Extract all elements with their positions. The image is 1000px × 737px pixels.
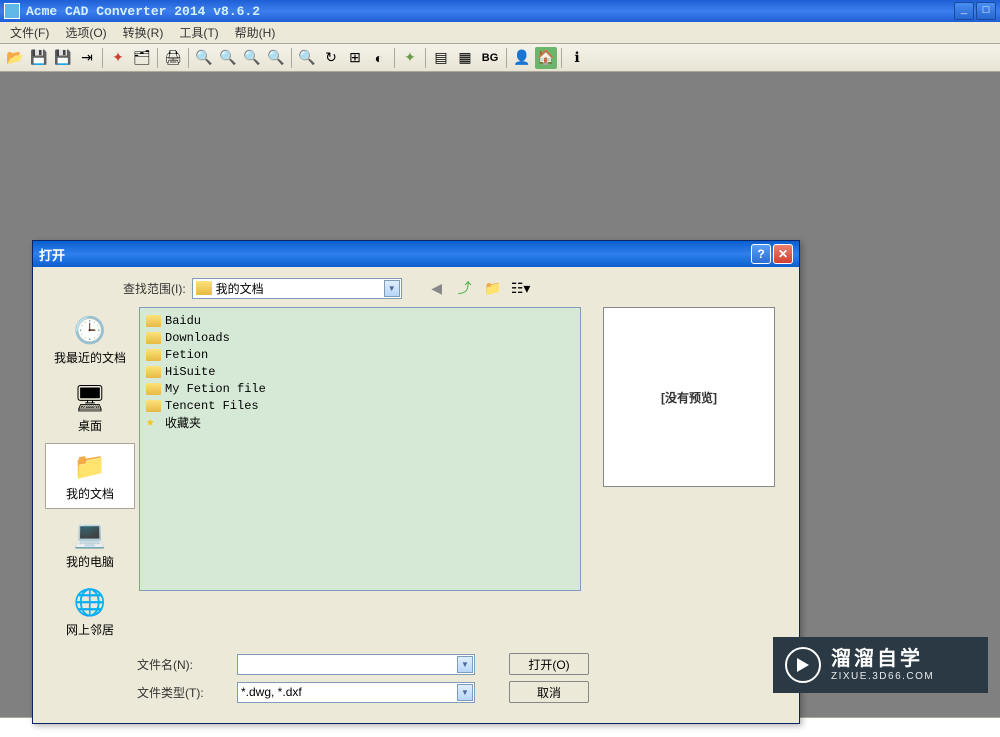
recent-icon: 🕒 (74, 314, 106, 346)
dialog-close-button[interactable]: ✕ (773, 244, 793, 264)
export-icon[interactable]: ⇥ (76, 47, 98, 69)
list-item[interactable]: ★收藏夹 (144, 414, 576, 431)
info-icon[interactable]: ℹ (566, 47, 588, 69)
workspace: 打开 ? ✕ 查找范围(I): 我的文档 ▼ ◀ ⤴ � (0, 72, 1000, 717)
lookin-label: 查找范围(I): (123, 280, 186, 297)
menu-help[interactable]: 帮助(H) (229, 22, 282, 43)
network-icon: 🌐 (74, 586, 106, 618)
rotate-icon[interactable]: ↻ (320, 47, 342, 69)
dialog-titlebar: 打开 ? ✕ (33, 241, 799, 267)
documents-icon: 📁 (74, 450, 106, 482)
shade-icon[interactable]: ◐ (368, 47, 390, 69)
home-icon[interactable]: 🏠 (535, 47, 557, 69)
minimize-button[interactable]: _ (954, 2, 974, 20)
place-documents[interactable]: 📁 我的文档 (45, 443, 135, 509)
separator (394, 48, 395, 68)
folder-icon (146, 383, 161, 395)
save-all-icon[interactable]: 💾 (52, 47, 74, 69)
app-icon (4, 3, 20, 19)
place-computer[interactable]: 💻 我的电脑 (45, 511, 135, 577)
folder-icon (146, 332, 161, 344)
lookin-combo[interactable]: 我的文档 ▼ (192, 278, 402, 299)
window-title: Acme CAD Converter 2014 v8.6.2 (26, 4, 260, 19)
pan-icon[interactable]: 🔍 (296, 47, 318, 69)
toolbar: 📂 💾 💾 ⇥ ✦ 🗂 🖨 🔍 🔍 🔍 🔍 🔍 ↻ ⊞ ◐ ✦ ▤ ▦ BG 👤… (0, 44, 1000, 72)
folder-icon (146, 400, 161, 412)
menu-file[interactable]: 文件(F) (4, 22, 55, 43)
batch-icon[interactable]: 🗂 (131, 47, 153, 69)
separator (506, 48, 507, 68)
open-icon[interactable]: 📂 (4, 47, 26, 69)
view-menu-button[interactable]: ☷▾ (510, 277, 532, 299)
place-recent[interactable]: 🕒 我最近的文档 (45, 307, 135, 373)
file-list[interactable]: Baidu Downloads Fetion HiSuite My Fetion… (139, 307, 581, 591)
zoom-out-icon[interactable]: 🔍 (217, 47, 239, 69)
separator (561, 48, 562, 68)
menu-convert[interactable]: 转换(R) (117, 22, 170, 43)
list-item[interactable]: Baidu (144, 312, 576, 329)
chevron-down-icon[interactable]: ▼ (457, 684, 473, 701)
list-item[interactable]: Downloads (144, 329, 576, 346)
dialog-title: 打开 (39, 245, 65, 264)
up-button[interactable]: ⤴ (454, 277, 476, 299)
list-item[interactable]: HiSuite (144, 363, 576, 380)
separator (188, 48, 189, 68)
main-titlebar: Acme CAD Converter 2014 v8.6.2 _ □ (0, 0, 1000, 22)
zoom-in-icon[interactable]: 🔍 (193, 47, 215, 69)
menu-tools[interactable]: 工具(T) (173, 22, 224, 43)
menubar: 文件(F) 选项(O) 转换(R) 工具(T) 帮助(H) (0, 22, 1000, 44)
separator (157, 48, 158, 68)
list-item[interactable]: Tencent Files (144, 397, 576, 414)
folder-icon (196, 281, 212, 295)
lookin-value: 我的文档 (216, 280, 264, 297)
layout-icon[interactable]: ▦ (454, 47, 476, 69)
print-icon[interactable]: 🖨 (162, 47, 184, 69)
folder-icon (146, 366, 161, 378)
filetype-label: 文件类型(T): (137, 684, 233, 701)
computer-icon: 💻 (74, 518, 106, 550)
purge-icon[interactable]: ✦ (399, 47, 421, 69)
folder-icon (146, 349, 161, 361)
filename-input[interactable]: ▼ (237, 654, 475, 675)
bg-button[interactable]: BG (478, 47, 502, 69)
chevron-down-icon[interactable]: ▼ (457, 656, 473, 673)
places-bar: 🕒 我最近的文档 🖥 桌面 📁 我的文档 💻 (45, 307, 135, 645)
preview-text: [没有预览] (661, 389, 717, 406)
layers-icon[interactable]: ▤ (430, 47, 452, 69)
separator (425, 48, 426, 68)
desktop-icon: 🖥 (74, 382, 106, 414)
filetype-combo[interactable]: *.dwg, *.dxf ▼ (237, 682, 475, 703)
menu-options[interactable]: 选项(O) (59, 22, 112, 43)
new-folder-button[interactable]: 📁 (482, 277, 504, 299)
star-icon: ★ (146, 416, 161, 430)
zoom-window-icon[interactable]: 🔍 (241, 47, 263, 69)
rocket-icon[interactable]: ✦ (107, 47, 129, 69)
open-dialog: 打开 ? ✕ 查找范围(I): 我的文档 ▼ ◀ ⤴ � (32, 240, 800, 724)
place-desktop[interactable]: 🖥 桌面 (45, 375, 135, 441)
place-network[interactable]: 🌐 网上邻居 (45, 579, 135, 645)
maximize-button[interactable]: □ (976, 2, 996, 20)
back-button[interactable]: ◀ (426, 277, 448, 299)
watermark-cn: 溜溜自学 (831, 647, 934, 671)
open-button[interactable]: 打开(O) (509, 653, 589, 675)
folder-icon (146, 315, 161, 327)
wireframe-icon[interactable]: ⊞ (344, 47, 366, 69)
zoom-extents-icon[interactable]: 🔍 (265, 47, 287, 69)
separator (291, 48, 292, 68)
play-icon (785, 647, 821, 683)
cancel-button[interactable]: 取消 (509, 681, 589, 703)
preview-pane: [没有预览] (603, 307, 775, 487)
user-icon[interactable]: 👤 (511, 47, 533, 69)
list-item[interactable]: Fetion (144, 346, 576, 363)
filename-label: 文件名(N): (137, 656, 233, 673)
watermark: 溜溜自学 ZIXUE.3D66.COM (773, 637, 988, 693)
watermark-en: ZIXUE.3D66.COM (831, 671, 934, 683)
save-icon[interactable]: 💾 (28, 47, 50, 69)
separator (102, 48, 103, 68)
dialog-help-button[interactable]: ? (751, 244, 771, 264)
chevron-down-icon[interactable]: ▼ (384, 280, 400, 297)
list-item[interactable]: My Fetion file (144, 380, 576, 397)
